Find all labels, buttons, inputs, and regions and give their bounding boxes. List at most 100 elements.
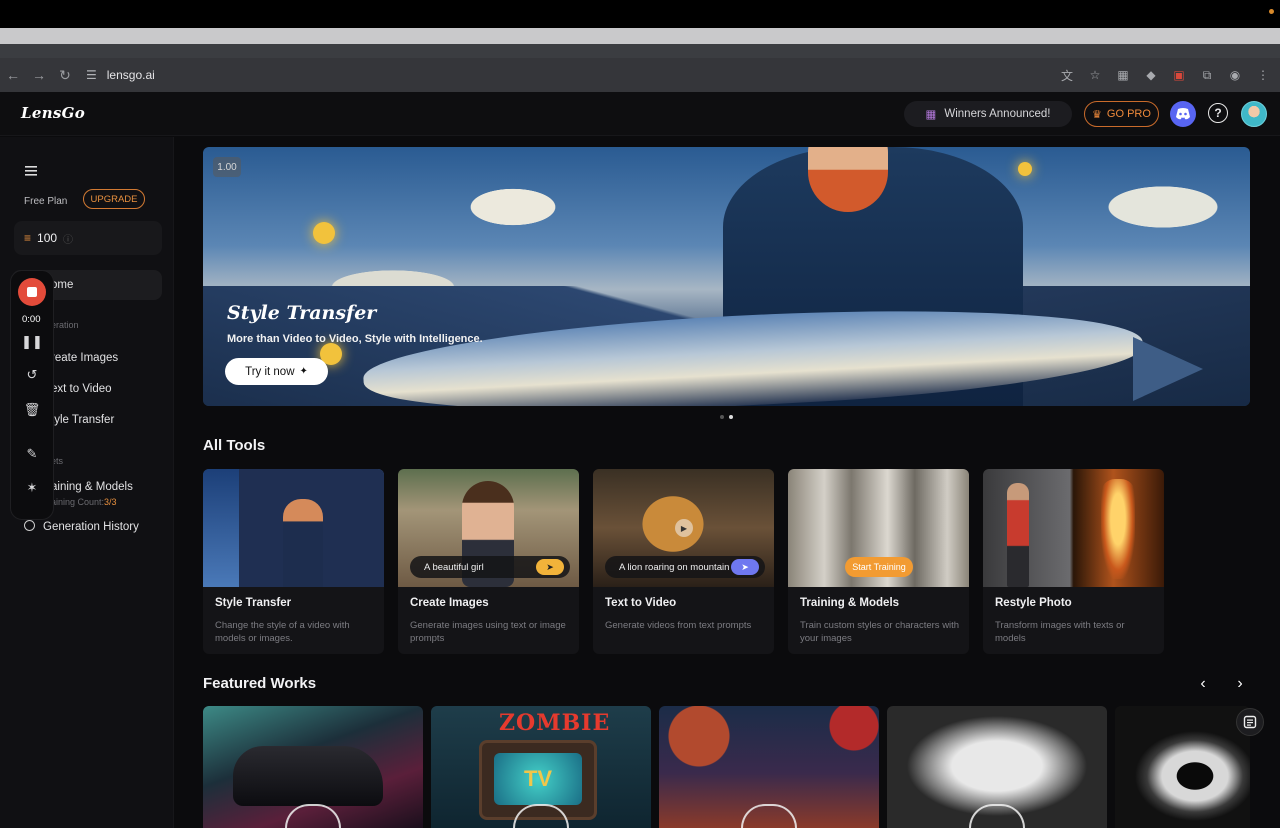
- crown-icon: ♛: [1092, 108, 1102, 121]
- reload-icon[interactable]: ↻: [52, 67, 78, 84]
- lensgo-logo[interactable]: LensGo: [21, 104, 85, 122]
- tool-card-text-to-video[interactable]: ▶ A lion roaring on mountain ➤ Text to Vi…: [593, 469, 774, 654]
- featured-works-title: Featured Works: [203, 675, 317, 692]
- discord-icon: [1176, 108, 1190, 120]
- help-button[interactable]: ?: [1208, 103, 1228, 123]
- tool-card-create-images[interactable]: A beautiful girl ➤ Create Images Generate…: [398, 469, 579, 654]
- featured-item[interactable]: [203, 706, 423, 828]
- sidebar-item-training-models[interactable]: aining & Models: [51, 481, 133, 493]
- winners-label: Winners Announced!: [944, 108, 1051, 120]
- winners-announced-button[interactable]: ▦ Winners Announced!: [904, 101, 1072, 127]
- training-count-value: 3/3: [104, 497, 117, 507]
- more-menu-icon[interactable]: ⋮: [1256, 68, 1270, 82]
- prompt-input[interactable]: A lion roaring on mountain ➤: [605, 556, 765, 578]
- training-models-thumbnail: Start Training: [788, 469, 969, 587]
- tool-title: Style Transfer: [215, 597, 292, 609]
- extension-icon[interactable]: ▦: [1116, 68, 1130, 82]
- url-field[interactable]: ☰ lensgo.ai: [86, 68, 155, 82]
- sidebar-item-create-images[interactable]: reate Images: [51, 352, 118, 364]
- tool-description: Train custom styles or characters with y…: [800, 620, 960, 644]
- tool-description: Transform images with texts or models: [995, 620, 1125, 644]
- effects-icon[interactable]: ✶: [24, 480, 40, 496]
- text-to-video-thumbnail: ▶ A lion roaring on mountain ➤: [593, 469, 774, 587]
- go-pro-button[interactable]: ♛ GO PRO: [1084, 101, 1159, 127]
- discord-button[interactable]: [1170, 101, 1196, 127]
- site-settings-icon[interactable]: ☰: [86, 68, 97, 82]
- profile-icon[interactable]: ◉: [1228, 68, 1242, 82]
- hero-banner[interactable]: [203, 147, 1250, 406]
- send-icon[interactable]: ➤: [536, 559, 564, 575]
- sidebar-item-text-to-video[interactable]: ext to Video: [51, 383, 112, 395]
- tool-title: Text to Video: [605, 597, 677, 609]
- award-laurel: [285, 804, 341, 828]
- award-laurel: [741, 804, 797, 828]
- all-tools-title: All Tools: [203, 437, 266, 454]
- sparkle-icon: ✦: [299, 366, 308, 377]
- chevron-right-icon[interactable]: ›: [1229, 673, 1251, 695]
- sidebar-item-style-transfer[interactable]: tyle Transfer: [51, 414, 114, 426]
- zombie-title: ZOMBIE: [499, 710, 611, 736]
- featured-item[interactable]: [1115, 706, 1250, 828]
- translate-icon[interactable]: 文: [1060, 68, 1074, 83]
- tool-title: Create Images: [410, 597, 489, 609]
- carousel-dot[interactable]: [720, 415, 724, 419]
- featured-item[interactable]: [659, 706, 879, 828]
- prompt-text: A lion roaring on mountain: [619, 561, 730, 573]
- generation-history-label: Generation History: [43, 521, 139, 533]
- menu-toggle-icon[interactable]: [25, 163, 37, 181]
- star-swirl: [313, 222, 335, 244]
- style-transfer-thumbnail: [203, 469, 384, 587]
- award-laurel: [969, 804, 1025, 828]
- pause-icon[interactable]: ❚❚: [21, 334, 43, 350]
- prompt-input[interactable]: A beautiful girl ➤: [410, 556, 570, 578]
- featured-item[interactable]: ZOMBIE TV: [431, 706, 651, 828]
- start-training-button[interactable]: Start Training: [845, 557, 913, 577]
- tv-screen-text: TV: [494, 753, 582, 805]
- extensions-puzzle-icon[interactable]: ⧉: [1200, 68, 1214, 82]
- clapperboard-icon: ▦: [925, 109, 937, 121]
- person: [1007, 483, 1029, 587]
- sidebar-section-generation: eration: [51, 320, 79, 330]
- user-avatar[interactable]: [1241, 101, 1267, 127]
- extension-icon[interactable]: ▣: [1172, 68, 1186, 82]
- notification-dot: [1269, 9, 1274, 14]
- motorcycle: [233, 746, 383, 806]
- play-icon[interactable]: ▶: [675, 519, 693, 537]
- record-stop-button[interactable]: [18, 278, 46, 306]
- send-icon[interactable]: ➤: [731, 559, 759, 575]
- carousel-dot[interactable]: [729, 415, 733, 419]
- bookmark-star-icon[interactable]: ☆: [1088, 68, 1102, 82]
- browser-address-bar: ← → ↻ ☰ lensgo.ai 文 ☆ ▦ ◆ ▣ ⧉ ◉ ⋮: [0, 58, 1280, 92]
- restart-icon[interactable]: ↺: [24, 367, 40, 383]
- chevron-left-icon[interactable]: ‹: [1192, 673, 1214, 695]
- feedback-note-button[interactable]: [1236, 708, 1264, 736]
- browser-toolbar: 文 ☆ ▦ ◆ ▣ ⧉ ◉ ⋮: [1060, 58, 1270, 92]
- tool-card-style-transfer[interactable]: Style Transfer Change the style of a vid…: [203, 469, 384, 654]
- tool-description: Generate videos from text prompts: [605, 620, 752, 631]
- app-header: LensGo ▦ Winners Announced! ♛ GO PRO ?: [0, 92, 1280, 136]
- credits-value: 100: [37, 231, 58, 245]
- go-pro-label: GO PRO: [1106, 108, 1151, 120]
- pencil-icon[interactable]: ✎: [24, 446, 40, 462]
- forward-icon[interactable]: →: [26, 67, 52, 83]
- tool-title: Training & Models: [800, 597, 900, 609]
- question-icon: ?: [1214, 106, 1222, 120]
- tool-card-training-models[interactable]: Start Training Training & Models Train c…: [788, 469, 969, 654]
- sidebar-item-generation-history[interactable]: Generation History: [24, 520, 139, 533]
- url-text: lensgo.ai: [106, 68, 155, 82]
- tool-description: Change the style of a video with models …: [215, 620, 350, 644]
- create-images-thumbnail: A beautiful girl ➤: [398, 469, 579, 587]
- featured-item[interactable]: [887, 706, 1107, 828]
- note-icon: [1243, 715, 1257, 729]
- back-icon[interactable]: ←: [0, 67, 26, 83]
- star-swirl: [1018, 162, 1032, 176]
- upgrade-button[interactable]: UPGRADE: [83, 189, 145, 209]
- trash-icon[interactable]: 🗑: [24, 402, 41, 418]
- stop-icon: [27, 287, 37, 297]
- tool-card-restyle-photo[interactable]: Restyle Photo Transform images with text…: [983, 469, 1164, 654]
- try-it-now-button[interactable]: Try it now ✦: [225, 358, 328, 385]
- carousel-dots: [720, 415, 733, 419]
- extension-icon[interactable]: ◆: [1144, 68, 1158, 82]
- credits-counter[interactable]: ≡ 100 ⓘ: [14, 221, 162, 255]
- try-it-now-label: Try it now: [245, 365, 295, 378]
